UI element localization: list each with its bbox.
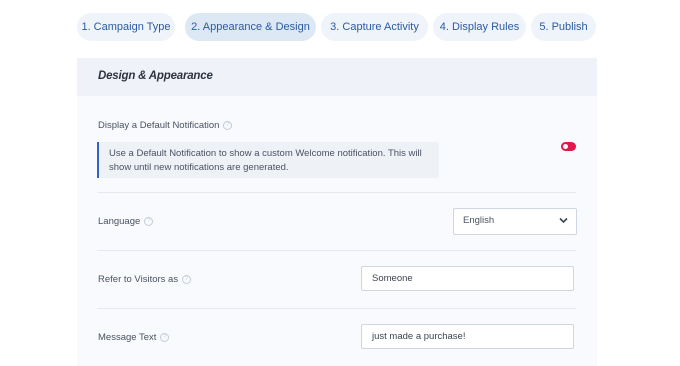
panel-header: Design & Appearance (77, 58, 597, 96)
default-notification-description: Use a Default Notification to show a cus… (97, 142, 439, 178)
language-label: Language? (98, 216, 154, 227)
divider (97, 308, 576, 309)
visitors-input-value: Someone (372, 273, 413, 284)
tab-publish[interactable]: 5. Publish (531, 13, 596, 41)
default-notification-toggle[interactable] (561, 142, 576, 151)
tab-capture-activity[interactable]: 3. Capture Activity (321, 13, 428, 41)
language-select-value: English (463, 215, 495, 226)
visitors-label: Refer to Visitors as? (98, 274, 192, 285)
language-label-text: Language (98, 216, 141, 227)
question-circle-icon[interactable]: ? (160, 332, 170, 342)
panel-title: Design & Appearance (98, 70, 213, 82)
default-notification-description-text: Use a Default Notification to show a cus… (109, 148, 422, 173)
question-circle-icon[interactable]: ? (223, 120, 233, 130)
divider (97, 250, 576, 251)
default-notification-label-text: Display a Default Notification (98, 120, 220, 131)
message-text-input-value: just made a purchase! (372, 331, 466, 342)
toggle-knob (563, 144, 568, 149)
language-select[interactable]: English (453, 208, 577, 235)
tab-display-rules[interactable]: 4. Display Rules (433, 13, 526, 41)
message-text-label-text: Message Text (98, 332, 157, 343)
design-appearance-panel: Design & Appearance Display a Default No… (77, 58, 597, 366)
question-circle-icon[interactable]: ? (144, 216, 154, 226)
message-text-input[interactable]: just made a purchase! (361, 324, 574, 349)
question-circle-icon[interactable]: ? (182, 274, 192, 284)
visitors-input[interactable]: Someone (361, 266, 574, 291)
chevron-down-icon (559, 217, 568, 224)
default-notification-label: Display a Default Notification? (98, 120, 233, 131)
tab-campaign-type[interactable]: 1. Campaign Type (77, 13, 175, 41)
visitors-label-text: Refer to Visitors as (98, 274, 179, 285)
divider (97, 192, 576, 193)
tab-appearance-design[interactable]: 2. Appearance & Design (185, 13, 316, 41)
message-text-label: Message Text? (98, 332, 170, 343)
